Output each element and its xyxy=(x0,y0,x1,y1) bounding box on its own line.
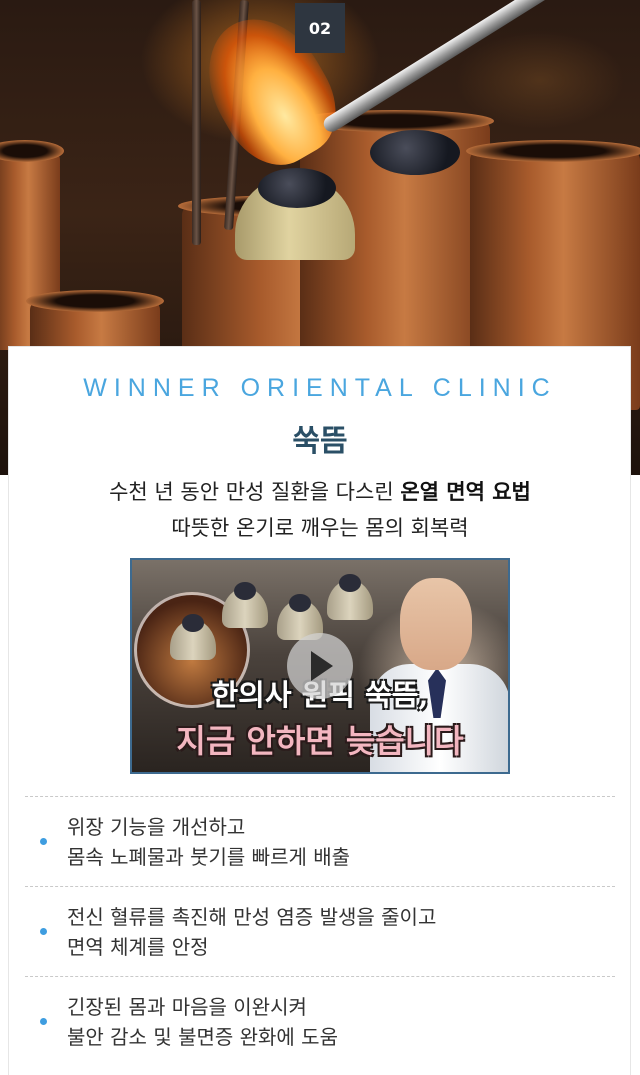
benefit-item: 위장 기능을 개선하고 몸속 노폐물과 붓기를 빠르게 배출 xyxy=(25,796,615,886)
bullet-dot-icon xyxy=(40,928,47,935)
video-thumbnail[interactable]: 한의사 원픽 쑥뜸, 지금 안하면 늦습니다 xyxy=(130,558,510,774)
clinic-name: WINNER ORIENTAL CLINIC xyxy=(83,374,557,402)
benefit-list: 위장 기능을 개선하고 몸속 노폐물과 붓기를 빠르게 배출 전신 혈류를 촉진… xyxy=(25,796,615,1066)
incense-stick xyxy=(192,0,201,245)
video-title-line-2: 지금 안하면 늦습니다 xyxy=(176,722,464,760)
benefit-item: 긴장된 몸과 마음을 이완시켜 불안 감소 및 불면증 완화에 도움 xyxy=(25,976,615,1066)
benefit-item: 전신 혈류를 촉진해 만성 염증 발생을 줄이고 면역 체계를 안정 xyxy=(25,886,615,976)
benefit-line: 면역 체계를 안정 xyxy=(67,934,209,959)
intro-text: 수천 년 동안 만성 질환을 다스린 xyxy=(109,480,401,504)
video-moxa-cone xyxy=(327,574,373,620)
benefit-text: 전신 혈류를 촉진해 만성 염증 발생을 줄이고 면역 체계를 안정 xyxy=(67,902,605,962)
benefit-line: 몸속 노폐물과 붓기를 빠르게 배출 xyxy=(67,844,351,869)
step-number-badge: 02 xyxy=(295,3,345,53)
benefit-line: 긴장된 몸과 마음을 이완시켜 xyxy=(67,994,307,1019)
moxa-burning-tip-back xyxy=(370,130,460,175)
benefit-line: 전신 혈류를 촉진해 만성 염증 발생을 줄이고 xyxy=(67,904,437,929)
video-moxa-cone xyxy=(222,582,268,628)
moxa-burning-tip xyxy=(258,168,336,208)
benefit-text: 위장 기능을 개선하고 몸속 노폐물과 붓기를 빠르게 배출 xyxy=(67,812,605,872)
play-icon xyxy=(311,651,333,681)
bullet-dot-icon xyxy=(40,1018,47,1025)
treatment-title: 쑥뜸 xyxy=(292,424,348,459)
intro-line-2: 따뜻한 온기로 깨우는 몸의 회복력 xyxy=(171,516,469,540)
play-button[interactable] xyxy=(287,633,353,699)
benefit-line: 불안 감소 및 불면증 완화에 도움 xyxy=(67,1024,338,1049)
bullet-dot-icon xyxy=(40,838,47,845)
intro-line-1: 수천 년 동안 만성 질환을 다스린 온열 면역 요법 xyxy=(0,476,640,506)
intro-highlight: 온열 면역 요법 xyxy=(400,480,531,504)
benefit-line: 위장 기능을 개선하고 xyxy=(67,814,246,839)
benefit-text: 긴장된 몸과 마음을 이완시켜 불안 감소 및 불면증 완화에 도움 xyxy=(67,992,605,1052)
